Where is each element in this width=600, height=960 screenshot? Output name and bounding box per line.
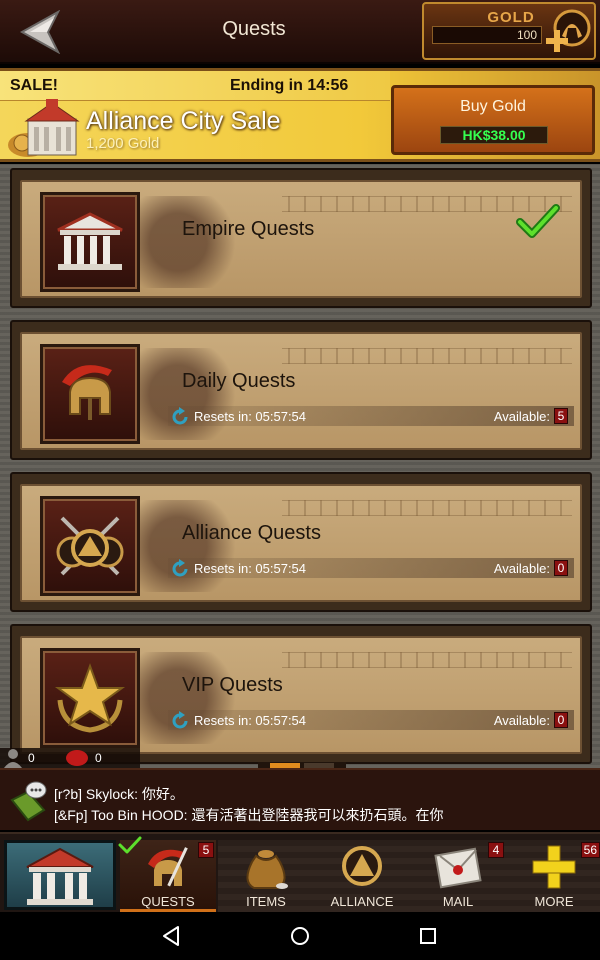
quest-card-vip[interactable]: VIP Quests Resets in: 05:57:54 Available… [10, 624, 592, 764]
add-gold-button[interactable] [542, 8, 592, 58]
user-count: 0 [28, 751, 35, 765]
alliance-icon [342, 846, 382, 886]
quest-title: Daily Quests [182, 370, 296, 392]
quests-helmet-icon [148, 847, 188, 887]
alliance-city-icon [8, 99, 80, 157]
reset-timer: Resets in: 05:57:54 [194, 409, 307, 424]
nav-items[interactable]: ITEMS [218, 840, 314, 912]
quest-card-panel: VIP Quests Resets in: 05:57:54 Available… [20, 636, 582, 754]
quest-card-alliance[interactable]: Alliance Quests Resets in: 05:57:54 Avai… [10, 472, 592, 612]
quest-title: Empire Quests [182, 218, 315, 240]
check-icon [118, 836, 142, 854]
mail-icon [434, 847, 482, 889]
message-count: 0 [95, 751, 102, 765]
greek-key-pattern [282, 500, 572, 516]
sale-subtitle: 1,200 Gold [86, 135, 160, 152]
gold-amount-bar: 100 [432, 26, 542, 44]
quest-card-panel: Alliance Quests Resets in: 05:57:54 Avai… [20, 484, 582, 602]
available-label: Available: [493, 561, 550, 576]
temple-icon [26, 847, 94, 905]
sale-title: Alliance City Sale [86, 107, 281, 135]
available-label: Available: [493, 713, 550, 728]
available-count-badge: 5 [554, 408, 568, 424]
nav-more[interactable]: MORE 56 [506, 840, 600, 912]
nav-label: MORE [534, 894, 574, 909]
refresh-icon [172, 559, 188, 577]
quest-icon-frame [40, 496, 140, 596]
chat-preview[interactable]: [r?b] Skylock: 你好。 [&Fp] Too Bin HOOD: 還… [0, 768, 600, 830]
bottom-navigation: QUESTS 5 ITEMS ALLIANCE MAIL 4 MORE 56 [0, 832, 600, 912]
refresh-icon [172, 711, 188, 729]
nav-alliance[interactable]: ALLIANCE [314, 840, 410, 912]
chat-message: [r?b] Skylock: 你好。 [54, 786, 184, 802]
buy-gold-button[interactable]: Buy Gold HK$38.00 [391, 85, 595, 155]
gold-balance[interactable]: GOLD 100 [422, 2, 596, 60]
items-bag-icon [246, 850, 288, 889]
nav-badge: 5 [198, 842, 214, 858]
system-recents-icon[interactable] [416, 924, 440, 948]
gold-plus-helmet-icon [546, 9, 591, 52]
nav-label: ITEMS [246, 894, 286, 909]
sale-countdown: Ending in 14:56 [230, 77, 349, 94]
sale-banner[interactable]: SALE! Ending in 14:56 Alliance City Sale… [0, 68, 600, 162]
quest-card-panel: Daily Quests Resets in: 05:57:54 Availab… [20, 332, 582, 450]
plus-icon [532, 845, 576, 889]
blood-splatter [122, 196, 262, 288]
reset-timer: Resets in: 05:57:54 [194, 713, 307, 728]
gold-amount: 100 [516, 28, 537, 42]
quest-title: Alliance Quests [182, 522, 321, 544]
check-icon [516, 204, 560, 238]
blood-splatter [122, 500, 262, 592]
message-bubble-icon [66, 750, 88, 766]
sale-tag: SALE! [10, 77, 58, 94]
chat-icon [10, 781, 47, 822]
system-navigation-bar [0, 912, 600, 960]
refresh-icon [172, 407, 188, 425]
quest-icon-frame [40, 648, 140, 748]
user-icon [4, 749, 22, 768]
online-counters: 0 0 [0, 748, 140, 768]
quest-card-empire[interactable]: Empire Quests [10, 168, 592, 308]
quest-title: VIP Quests [182, 674, 283, 696]
temple-icon [57, 212, 123, 270]
buy-gold-price: HK$38.00 [440, 126, 548, 144]
nav-mail[interactable]: MAIL 4 [410, 840, 506, 912]
nav-label: MAIL [442, 894, 474, 909]
nav-label: ALLIANCE [330, 894, 394, 909]
alliance-shield-icon [56, 516, 124, 576]
buy-gold-label: Buy Gold [460, 98, 526, 115]
greek-key-pattern [282, 652, 572, 668]
chat-message: [&Fp] Too Bin HOOD: 還有活著出登陸器我可以來扔石頭。在你 [54, 807, 444, 823]
spartan-helmet-icon [62, 365, 112, 420]
system-home-icon[interactable] [288, 924, 312, 948]
quest-icon-frame [40, 344, 140, 444]
vip-star-icon [54, 663, 126, 733]
nav-label: QUESTS [141, 894, 195, 909]
blood-splatter [122, 348, 262, 440]
quest-icon-frame [40, 192, 140, 292]
home-city-button[interactable] [4, 840, 116, 910]
greek-key-pattern [282, 348, 572, 364]
available-label: Available: [493, 409, 550, 424]
available-count-badge: 0 [554, 560, 568, 576]
quest-list[interactable]: Empire Quests Daily Quests Resets in: 05… [0, 164, 600, 768]
quest-card-daily[interactable]: Daily Quests Resets in: 05:57:54 Availab… [10, 320, 592, 460]
system-back-icon[interactable] [160, 924, 184, 948]
blood-splatter [122, 652, 262, 744]
reset-timer: Resets in: 05:57:54 [194, 561, 307, 576]
quest-card-panel: Empire Quests [20, 180, 582, 298]
top-bar: Quests GOLD 100 [0, 0, 600, 64]
nav-badge: 56 [580, 842, 600, 858]
available-count-badge: 0 [554, 712, 568, 728]
nav-badge: 4 [488, 842, 504, 858]
